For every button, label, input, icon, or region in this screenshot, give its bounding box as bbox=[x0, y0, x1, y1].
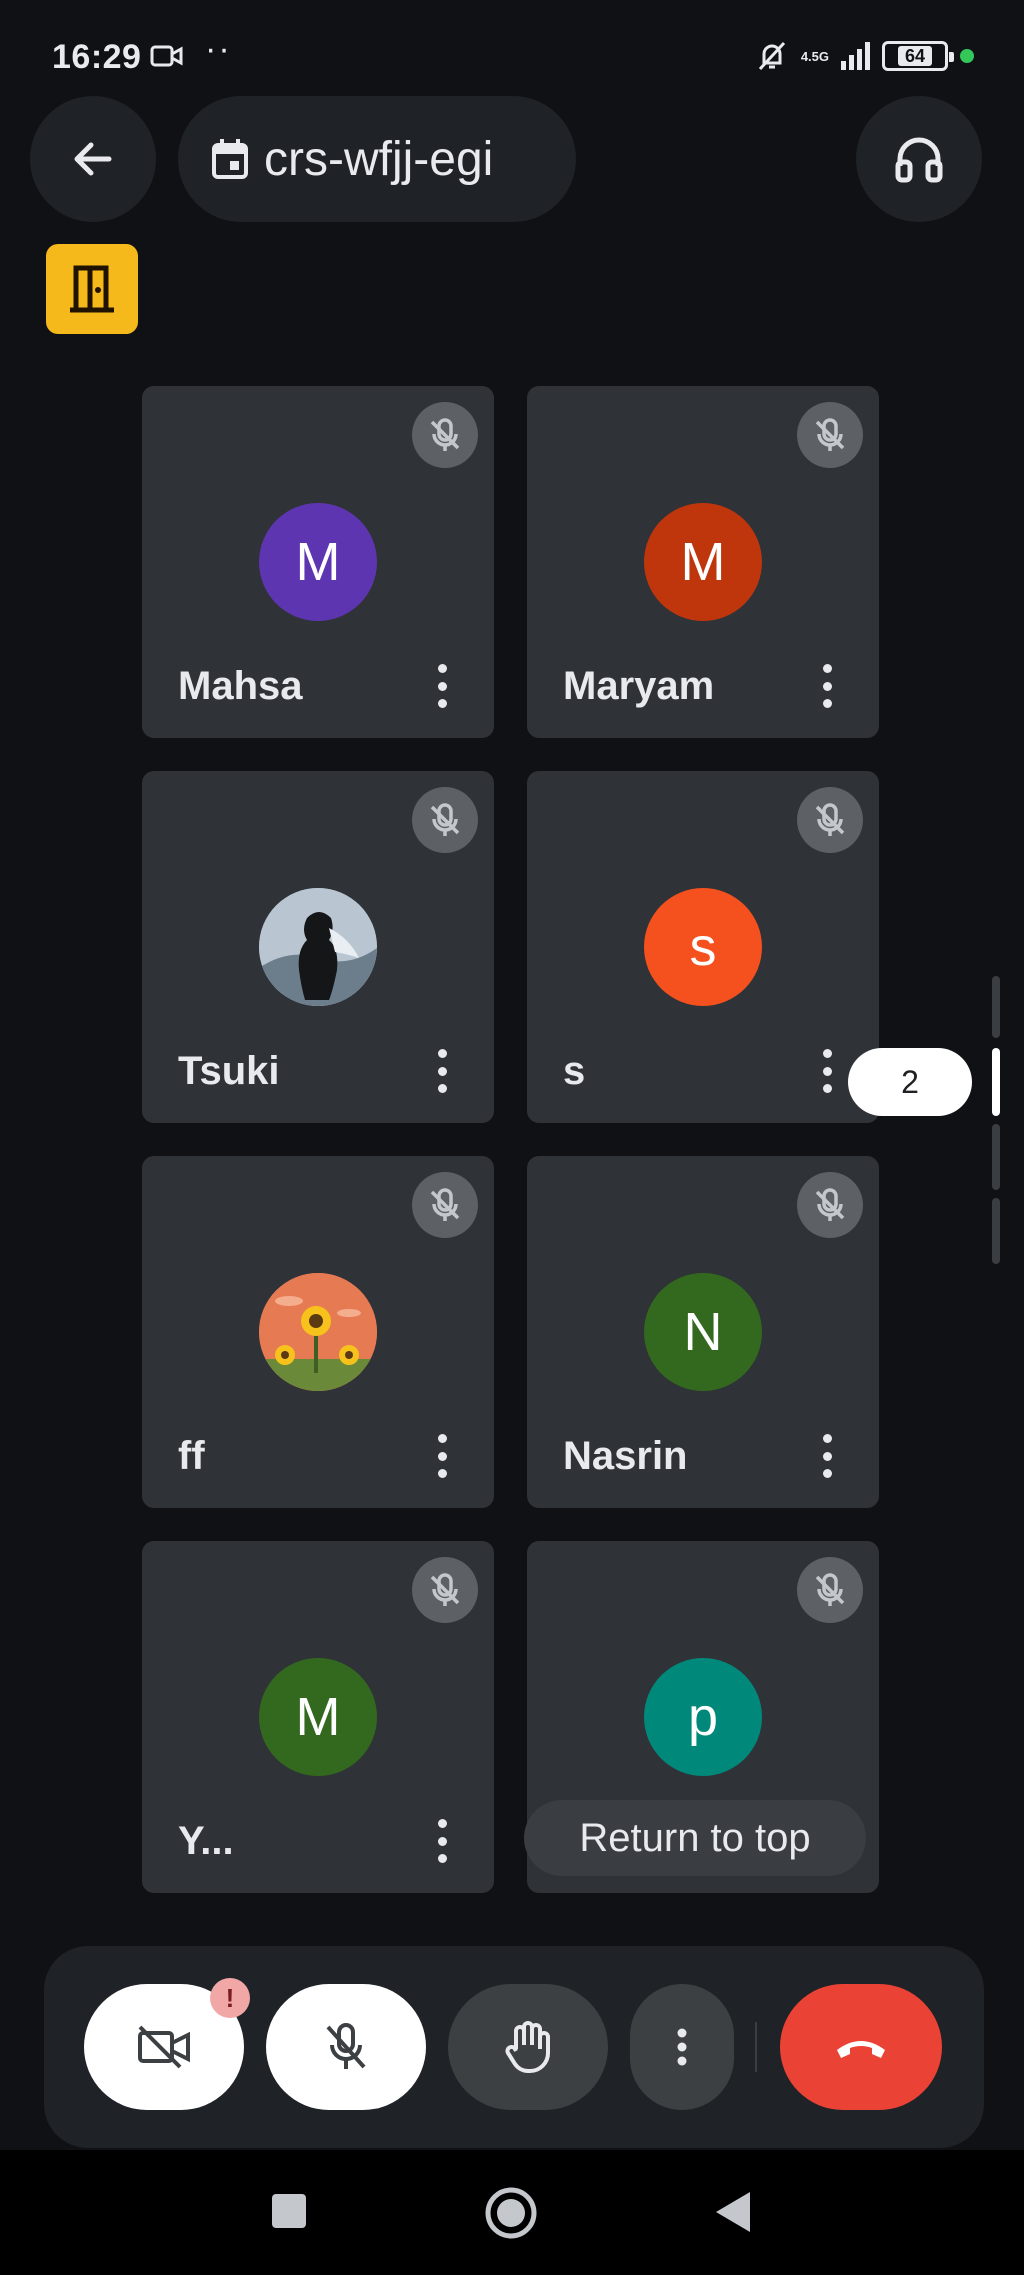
meeting-info-button[interactable]: crs-wfjj-egi bbox=[178, 96, 576, 222]
participant-tile[interactable]: s s bbox=[527, 771, 879, 1123]
status-indicators: 4.5G 64 bbox=[755, 36, 974, 76]
more-vert-icon[interactable] bbox=[434, 1813, 450, 1869]
audio-output-button[interactable] bbox=[856, 96, 982, 222]
participant-tile[interactable]: M Maryam bbox=[527, 386, 879, 738]
arrow-left-icon bbox=[74, 142, 112, 176]
more-vert-icon[interactable] bbox=[434, 658, 450, 714]
page-scroll-segment[interactable] bbox=[992, 1198, 1000, 1264]
participant-name: Maryam bbox=[563, 664, 715, 708]
avatar-photo bbox=[259, 888, 377, 1006]
end-call-button[interactable] bbox=[780, 1984, 942, 2110]
participant-name: ff bbox=[178, 1434, 205, 1478]
participant-name: s bbox=[563, 1049, 586, 1093]
camera-off-icon bbox=[138, 2025, 190, 2069]
raise-hand-icon bbox=[505, 2021, 550, 2073]
call-controls: ! bbox=[44, 1946, 984, 2148]
page-indicator: 2 bbox=[848, 1048, 972, 1116]
participant-name: Nasrin bbox=[563, 1434, 688, 1478]
status-time: 16:29 bbox=[52, 38, 142, 76]
back-nav-icon[interactable] bbox=[712, 2190, 754, 2234]
mic-off-icon bbox=[797, 1172, 863, 1238]
divider bbox=[755, 2022, 757, 2072]
battery-icon: 64 bbox=[882, 41, 954, 71]
participant-name: Y... bbox=[178, 1819, 234, 1863]
network-type: 4.5G bbox=[800, 48, 829, 64]
avatar: M bbox=[644, 503, 762, 621]
door-icon bbox=[70, 265, 114, 313]
participant-name: Mahsa bbox=[178, 664, 303, 708]
recents-icon[interactable] bbox=[270, 2192, 308, 2230]
participant-tile[interactable]: M Y... bbox=[142, 1541, 494, 1893]
mic-off-icon bbox=[797, 402, 863, 468]
camera-toggle-button[interactable]: ! bbox=[84, 1978, 250, 2110]
end-call-icon bbox=[837, 2041, 885, 2058]
avatar: N bbox=[644, 1273, 762, 1391]
more-vert-icon[interactable] bbox=[434, 1043, 450, 1099]
mic-off-icon bbox=[412, 787, 478, 853]
return-to-top-button[interactable]: Return to top bbox=[524, 1800, 866, 1876]
more-options-button[interactable] bbox=[630, 1984, 734, 2110]
participant-tile[interactable]: Tsuki bbox=[142, 771, 494, 1123]
video-status-icon bbox=[150, 45, 183, 67]
more-vert-icon bbox=[677, 2028, 687, 2066]
avatar: M bbox=[259, 1658, 377, 1776]
breakout-room-button[interactable] bbox=[46, 244, 138, 334]
headphones-icon bbox=[895, 137, 943, 183]
avatar-photo bbox=[259, 1273, 377, 1391]
participant-tile[interactable]: ff bbox=[142, 1156, 494, 1508]
more-vert-icon[interactable] bbox=[434, 1428, 450, 1484]
mic-off-icon bbox=[326, 2023, 366, 2069]
mic-off-icon bbox=[797, 787, 863, 853]
back-button[interactable] bbox=[30, 96, 156, 222]
raise-hand-button[interactable] bbox=[448, 1984, 608, 2110]
battery-level: 64 bbox=[897, 46, 933, 66]
avatar: p bbox=[644, 1658, 762, 1776]
mic-off-icon bbox=[412, 402, 478, 468]
calendar-icon bbox=[212, 139, 248, 179]
more-vert-icon[interactable] bbox=[819, 658, 835, 714]
privacy-indicator-dot bbox=[960, 49, 974, 63]
participant-name: Tsuki bbox=[178, 1049, 280, 1093]
more-vert-icon[interactable] bbox=[819, 1043, 835, 1099]
more-vert-icon[interactable] bbox=[819, 1428, 835, 1484]
camera-alert-badge: ! bbox=[210, 1978, 250, 2018]
status-more-dots: ·· bbox=[205, 30, 232, 68]
mic-off-icon bbox=[412, 1557, 478, 1623]
mic-off-icon bbox=[412, 1172, 478, 1238]
mic-off-icon bbox=[797, 1557, 863, 1623]
avatar: s bbox=[644, 888, 762, 1006]
page-scroll-segment-active[interactable] bbox=[992, 1048, 1000, 1116]
page-scroll-segment[interactable] bbox=[992, 1124, 1000, 1190]
avatar: M bbox=[259, 503, 377, 621]
participant-tile[interactable]: N Nasrin bbox=[527, 1156, 879, 1508]
participant-tile[interactable]: M Mahsa bbox=[142, 386, 494, 738]
signal-strength-icon bbox=[841, 42, 870, 70]
status-bar: 16:29 ·· 4.5G 64 bbox=[0, 0, 1024, 110]
notifications-muted-icon bbox=[758, 41, 785, 71]
meeting-code: crs-wfjj-egi bbox=[264, 132, 494, 186]
page-scroll-segment[interactable] bbox=[992, 976, 1000, 1038]
mic-toggle-button[interactable] bbox=[266, 1984, 426, 2110]
home-icon[interactable] bbox=[484, 2186, 538, 2240]
system-navigation-bar bbox=[0, 2150, 1024, 2275]
